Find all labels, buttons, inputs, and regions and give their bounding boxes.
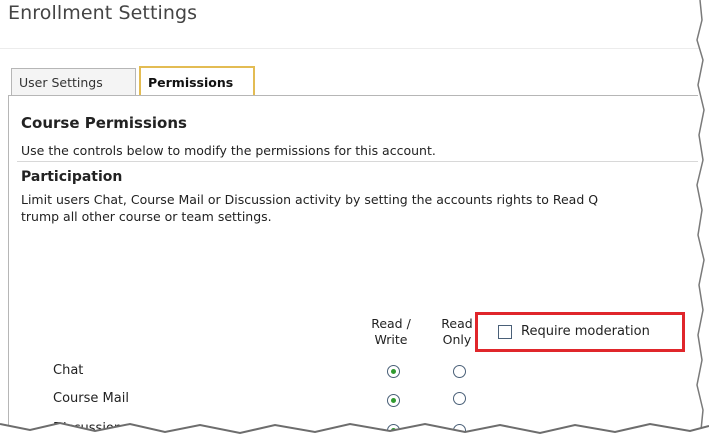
course-permissions-heading: Course Permissions <box>21 114 187 132</box>
moderation-highlight-box: Require moderation <box>475 312 685 352</box>
column-header-read-write: Read / Write <box>363 316 419 348</box>
tab-user-settings[interactable]: User Settings <box>11 68 136 95</box>
row-label-discussion: Discussion <box>53 421 123 432</box>
section-divider <box>17 161 698 162</box>
course-mail-read-write-radio[interactable] <box>387 394 400 407</box>
tab-bar: User Settings Permissions <box>8 64 698 96</box>
discussion-read-only-radio[interactable] <box>453 424 466 432</box>
page-title: Enrollment Settings <box>8 2 198 24</box>
tab-permissions[interactable]: Permissions <box>139 66 255 96</box>
participation-description-line-2: trump all other course or team settings. <box>21 209 272 224</box>
course-permissions-description: Use the controls below to modify the per… <box>21 143 436 158</box>
chat-read-only-radio[interactable] <box>453 365 466 378</box>
permissions-content: Course Permissions Use the controls belo… <box>8 96 698 432</box>
row-label-chat: Chat <box>53 363 84 378</box>
title-divider <box>0 48 709 49</box>
chat-read-write-radio[interactable] <box>387 365 400 378</box>
settings-panel: User Settings Permissions Course Permiss… <box>8 64 698 432</box>
column-header-read-write-line-1: Read / <box>371 316 411 331</box>
participation-heading: Participation <box>21 169 123 185</box>
course-mail-read-only-radio[interactable] <box>453 392 466 405</box>
participation-description: Limit users Chat, Course Mail or Discuss… <box>21 191 698 225</box>
require-moderation-checkbox[interactable] <box>498 325 512 339</box>
row-label-course-mail: Course Mail <box>53 391 129 406</box>
column-header-read-write-line-2: Write <box>374 332 408 347</box>
require-moderation-label: Require moderation <box>521 324 650 339</box>
participation-description-line-1: Limit users Chat, Course Mail or Discuss… <box>21 192 599 207</box>
discussion-read-write-radio[interactable] <box>387 424 400 432</box>
